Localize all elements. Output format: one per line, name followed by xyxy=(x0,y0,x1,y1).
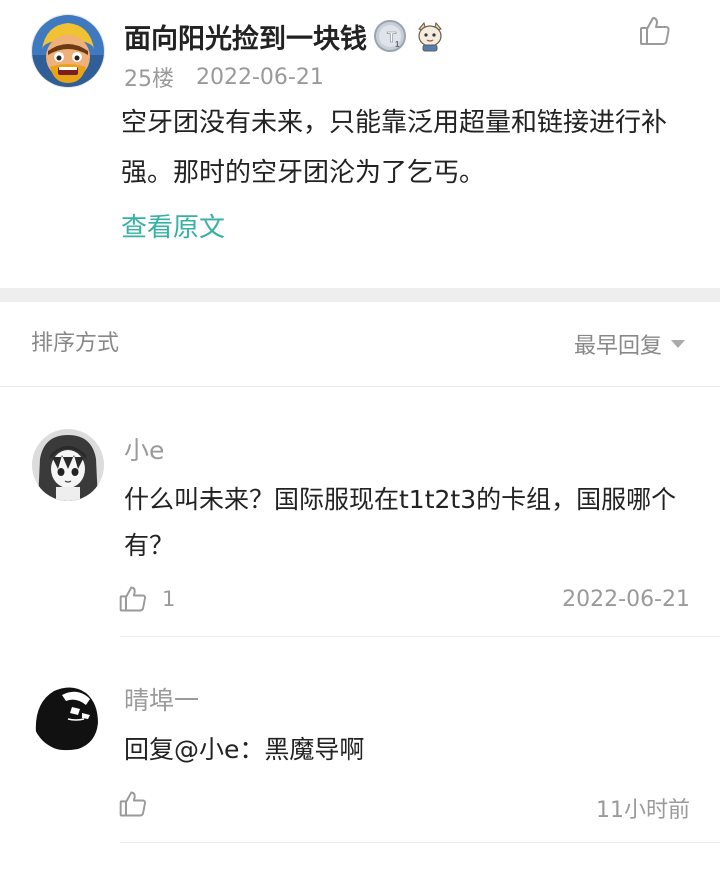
mascot-badge-icon xyxy=(413,19,447,53)
reply-username[interactable]: 小e xyxy=(124,431,164,467)
caret-down-icon xyxy=(671,340,685,348)
reply-item: 小e 什么叫未来？国际服现在t1t2t3的卡组，国服哪个有？ 1 2022-06… xyxy=(0,387,720,637)
post-content: 空牙团没有未来，只能靠泛用超量和链接进行补强。那时的空牙团沦为了乞丐。 xyxy=(121,108,668,188)
reply-content: 回复@小e：黑魔导啊 xyxy=(124,735,365,764)
reply-username[interactable]: 晴埠一 xyxy=(124,681,199,717)
post-meta: 25楼 2022-06-21 xyxy=(124,60,324,94)
post-card: 面向阳光捡到一块钱 T 1 25楼 2022-06-21 空牙团没有未来，只能靠… xyxy=(0,0,720,288)
sort-label: 排序方式 xyxy=(31,331,120,356)
like-count: 1 xyxy=(162,587,176,611)
floor-number: 25楼 xyxy=(124,67,174,92)
reply-like-button[interactable]: 1 xyxy=(118,584,175,614)
reply-timestamp: 2022-06-21 xyxy=(562,587,690,612)
reply-content: 什么叫未来？国际服现在t1t2t3的卡组，国服哪个有？ xyxy=(124,485,677,560)
sort-selected-value: 最早回复 xyxy=(573,334,662,359)
anime-girl-avatar-icon[interactable] xyxy=(32,429,104,501)
clash-barbarian-avatar-icon[interactable] xyxy=(31,14,105,88)
thumbs-up-icon xyxy=(119,791,146,817)
sort-bar: 排序方式 最早回复 xyxy=(0,302,720,387)
thumbs-up-icon xyxy=(119,586,146,612)
reply-like-button[interactable] xyxy=(118,789,148,819)
reply-item: 晴埠一 回复@小e：黑魔导啊 11小时前 xyxy=(0,637,720,847)
level-badge-icon: T 1 xyxy=(373,19,407,53)
thumbs-up-icon xyxy=(640,17,670,45)
post-header: 面向阳光捡到一块钱 T 1 xyxy=(124,14,447,58)
divider xyxy=(120,842,720,843)
view-original-link[interactable]: 查看原文 xyxy=(121,204,225,252)
dark-figure-avatar-icon[interactable] xyxy=(32,679,104,751)
reply-timestamp: 11小时前 xyxy=(596,798,690,823)
section-separator xyxy=(0,288,720,302)
like-button[interactable] xyxy=(638,14,672,48)
svg-text:1: 1 xyxy=(395,40,400,49)
post-username[interactable]: 面向阳光捡到一块钱 xyxy=(124,17,367,56)
post-date: 2022-06-21 xyxy=(196,64,324,90)
sort-dropdown[interactable]: 最早回复 xyxy=(574,302,686,386)
